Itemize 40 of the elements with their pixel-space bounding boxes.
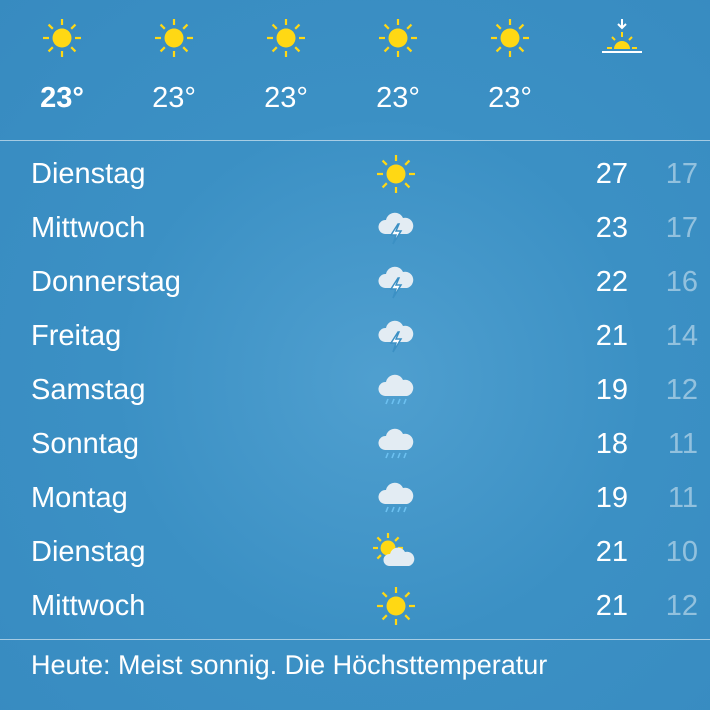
sun-icon	[266, 18, 306, 58]
day-name: Samstag	[31, 374, 146, 406]
high-temperature: 23	[594, 212, 628, 244]
day-name: Dienstag	[31, 536, 146, 568]
sun-icon	[490, 18, 530, 58]
sun-icon	[154, 18, 194, 58]
low-temperature: 11	[666, 482, 698, 514]
hour-temperature: 23°	[40, 82, 84, 115]
high-temperature: 27	[594, 158, 628, 190]
high-temperature: 19	[594, 482, 628, 514]
low-temperature: 11	[666, 428, 698, 460]
day-name: Donnerstag	[31, 266, 182, 298]
high-temperature: 19	[594, 374, 628, 406]
day-name: Freitag	[31, 320, 122, 352]
hour-temperature: 23°	[488, 82, 532, 115]
day-name: Dienstag	[31, 158, 146, 190]
high-temperature: 22	[594, 266, 628, 298]
high-temperature: 21	[594, 536, 628, 568]
sun-icon	[376, 154, 416, 194]
day-name: Sonntag	[31, 428, 140, 460]
day-name: Montag	[31, 482, 129, 514]
low-temperature: 10	[664, 536, 698, 568]
sun-icon	[378, 18, 418, 58]
low-temperature: 14	[664, 320, 698, 352]
high-temperature: 18	[594, 428, 628, 460]
low-temperature: 12	[664, 590, 698, 622]
low-temperature: 12	[664, 374, 698, 406]
day-name: Mittwoch	[31, 212, 146, 244]
low-temperature: 17	[664, 212, 698, 244]
hour-temperature: 23°	[264, 82, 308, 115]
low-temperature: 16	[664, 266, 698, 298]
forecast-summary: Heute: Meist sonnig. Die Höchsttemperatur	[31, 650, 548, 681]
high-temperature: 21	[594, 320, 628, 352]
hour-temperature: 23°	[376, 82, 420, 115]
high-temperature: 21	[594, 590, 628, 622]
day-name: Mittwoch	[31, 590, 146, 622]
sun-icon	[42, 18, 82, 58]
sun-icon	[376, 586, 416, 626]
hour-temperature: 23°	[152, 82, 196, 115]
low-temperature: 17	[664, 158, 698, 190]
